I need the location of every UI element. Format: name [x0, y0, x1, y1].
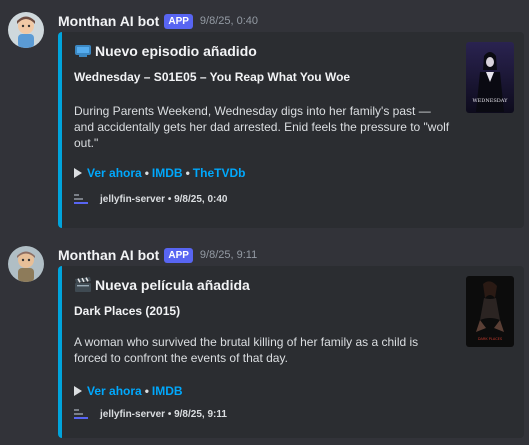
- embed-subtitle: Dark Places (2015): [74, 304, 181, 318]
- embed-title: Nuevo episodio añadido: [74, 43, 257, 59]
- avatar[interactable]: [8, 246, 44, 282]
- message-header: Monthan AI bot APP 9/8/25, 9:11: [58, 244, 257, 266]
- timestamp[interactable]: 9/8/25, 0:40: [200, 15, 258, 27]
- embed-title: Nueva película añadida: [74, 277, 250, 293]
- embed: Nueva película añadida Dark Places (2015…: [58, 266, 524, 438]
- thumbnail-title: DARK PLACES: [478, 337, 503, 341]
- avatar[interactable]: [8, 12, 44, 48]
- play-icon: [74, 168, 82, 178]
- link-thetvdb[interactable]: TheTVDb: [193, 166, 246, 180]
- app-badge: APP: [164, 247, 193, 263]
- embed-title-text: Nueva película añadida: [95, 277, 250, 293]
- embed-title-text: Nuevo episodio añadido: [95, 43, 257, 59]
- message-header: Monthan AI bot APP 9/8/25, 0:40: [58, 10, 258, 32]
- app-badge: APP: [164, 13, 193, 29]
- movie-thumbnail[interactable]: DARK PLACES: [466, 276, 514, 347]
- link-separator: •: [144, 166, 149, 180]
- embed-subtitle: Wednesday – S01E05 – You Reap What You W…: [74, 70, 351, 84]
- username[interactable]: Monthan AI bot: [58, 13, 159, 29]
- timestamp[interactable]: 9/8/25, 9:11: [200, 249, 257, 261]
- link-separator: •: [185, 166, 190, 180]
- thumbnail-title: WEDNESDAY: [473, 98, 509, 104]
- link-imdb[interactable]: IMDB: [152, 384, 183, 398]
- embed-description: During Parents Weekend, Wednesday digs i…: [74, 104, 450, 150]
- episode-thumbnail[interactable]: WEDNESDAY: [466, 42, 514, 113]
- username[interactable]: Monthan AI bot: [58, 247, 159, 263]
- embed-links: Ver ahora • IMDB • TheTVDb: [74, 166, 245, 180]
- link-imdb[interactable]: IMDB: [152, 166, 183, 180]
- footer-text: jellyfin-server • 9/8/25, 9:11: [100, 408, 227, 420]
- embed-description: A woman who survived the brutal killing …: [74, 335, 419, 365]
- link-ver-ahora[interactable]: Ver ahora: [87, 166, 142, 180]
- play-icon: [74, 386, 82, 396]
- embed-links: Ver ahora • IMDB: [74, 384, 183, 398]
- server-icon: [74, 193, 90, 205]
- link-separator: •: [144, 384, 149, 398]
- footer-text: jellyfin-server • 9/8/25, 0:40: [100, 193, 228, 205]
- tv-icon: [74, 43, 92, 59]
- server-icon: [74, 408, 90, 420]
- embed-footer: jellyfin-server • 9/8/25, 9:11: [74, 408, 227, 420]
- embed: Nuevo episodio añadido Wednesday – S01E0…: [58, 32, 524, 228]
- embed-footer: jellyfin-server • 9/8/25, 0:40: [74, 193, 227, 205]
- clapperboard-icon: [74, 277, 92, 293]
- link-ver-ahora[interactable]: Ver ahora: [87, 384, 142, 398]
